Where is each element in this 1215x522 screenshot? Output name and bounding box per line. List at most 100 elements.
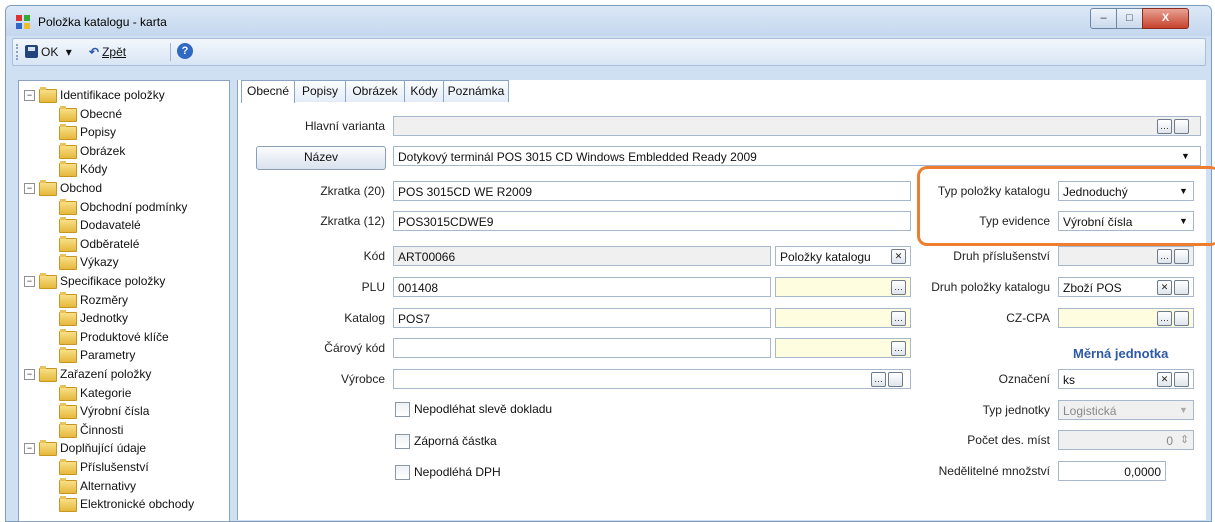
collapse-icon[interactable]: − xyxy=(24,183,35,194)
collapse-icon[interactable]: − xyxy=(24,90,35,101)
tree-item-label: Zařazení položky xyxy=(60,367,152,381)
folder-icon xyxy=(59,421,77,438)
tree-item[interactable]: Výrobní čísla xyxy=(19,403,224,420)
tree-group[interactable]: − Identifikace položky xyxy=(19,87,224,103)
druh-polozky-label: Druh položky katalogu xyxy=(931,280,1050,294)
window-title: Položka katalogu - karta xyxy=(38,15,167,29)
tree-item[interactable]: Alternativy xyxy=(19,477,224,494)
tree-item[interactable]: Rozměry xyxy=(19,291,224,308)
tree-item-label: Činnosti xyxy=(80,422,124,437)
tree-item[interactable]: Popisy xyxy=(19,124,224,141)
nedelitelne-field[interactable]: 0,0000 xyxy=(1058,461,1166,481)
lookup-icon[interactable]: … xyxy=(871,372,886,387)
spin-icon[interactable]: ⇕ xyxy=(1180,433,1189,446)
lookup-icon[interactable]: … xyxy=(1157,249,1172,264)
kod-field[interactable]: ART00066 xyxy=(393,246,771,266)
tab-kody[interactable]: Kódy xyxy=(404,80,444,102)
tree-item-label: Elektronické obchody xyxy=(80,497,195,512)
detail-icon[interactable] xyxy=(1174,311,1189,326)
lookup-icon[interactable]: … xyxy=(891,341,906,356)
tree-item[interactable]: Parametry xyxy=(19,347,224,364)
tree-item-label: Odběratelé xyxy=(80,236,140,251)
zkratka12-field[interactable]: POS3015CDWE9 xyxy=(393,211,911,231)
tree-item[interactable]: Obecné xyxy=(19,105,224,122)
folder-icon xyxy=(59,496,77,513)
detail-icon[interactable] xyxy=(1174,372,1189,387)
hlavni-varianta-field[interactable] xyxy=(393,116,1201,136)
folder-icon xyxy=(59,198,77,215)
tab-obrazek[interactable]: Obrázek xyxy=(345,80,405,102)
clear-icon[interactable]: ✕ xyxy=(1157,280,1172,295)
tree-item[interactable]: Kategorie xyxy=(19,384,224,401)
lookup-icon[interactable]: … xyxy=(1157,311,1172,326)
tree-item[interactable]: Výkazy xyxy=(19,254,224,271)
tab-obecne[interactable]: Obecné xyxy=(241,80,295,103)
tab-poznamka[interactable]: Poznámka xyxy=(443,80,509,102)
zkratka20-field[interactable]: POS 3015CD WE R2009 xyxy=(393,181,911,201)
tree-group[interactable]: − Obchod xyxy=(19,180,224,196)
title-bar: Položka katalogu - karta – □ X xyxy=(6,6,1211,36)
detail-icon[interactable] xyxy=(888,372,903,387)
nazev-field[interactable]: Dotykový terminál POS 3015 CD Windows Em… xyxy=(393,146,1201,166)
folder-icon xyxy=(59,161,77,178)
ok-button[interactable]: OK ▾ xyxy=(25,43,72,61)
lookup-icon[interactable]: … xyxy=(891,311,906,326)
folder-icon xyxy=(59,124,77,141)
save-icon xyxy=(25,45,38,58)
clear-icon[interactable]: ✕ xyxy=(891,249,906,264)
tree-item[interactable]: Jednotky xyxy=(19,310,224,327)
close-button[interactable]: X xyxy=(1142,8,1189,29)
detail-icon[interactable] xyxy=(1174,119,1189,134)
tree-group[interactable]: − Zařazení položky xyxy=(19,366,224,382)
back-button[interactable]: ↶ Zpět xyxy=(89,43,126,61)
collapse-icon[interactable]: − xyxy=(24,276,35,287)
nepodlehat-sleve-checkbox[interactable] xyxy=(395,402,410,417)
lookup-icon[interactable]: … xyxy=(1157,119,1172,134)
tree-item-label: Výrobní čísla xyxy=(80,404,150,419)
tree-item-label: Alternativy xyxy=(80,478,137,493)
vyrobce-field[interactable] xyxy=(393,369,911,389)
minimize-button[interactable]: – xyxy=(1090,8,1117,29)
maximize-button[interactable]: □ xyxy=(1116,8,1143,29)
tree-item-label: Výkazy xyxy=(80,255,119,270)
zkratka20-label: Zkratka (20) xyxy=(320,184,385,198)
tree-item[interactable]: Činnosti xyxy=(19,421,224,438)
tree-group[interactable]: − Doplňující údaje xyxy=(19,440,224,457)
nazev-button[interactable]: Název xyxy=(256,146,386,170)
help-icon[interactable]: ? xyxy=(177,43,193,59)
chevron-down-icon[interactable]: ▼ xyxy=(1179,405,1188,415)
tree-item[interactable]: Dodavatelé xyxy=(19,217,224,234)
lookup-icon[interactable]: … xyxy=(891,280,906,295)
folder-icon xyxy=(59,235,77,252)
tree-group[interactable]: − Specifikace položky xyxy=(19,273,224,289)
collapse-icon[interactable]: − xyxy=(24,443,35,455)
tree-item[interactable]: Kódy xyxy=(19,161,224,178)
katalog-label: Katalog xyxy=(344,311,385,325)
tree-item[interactable]: Odběratelé xyxy=(19,235,224,252)
zaporna-castka-checkbox[interactable] xyxy=(395,434,410,449)
pocet-des-field[interactable]: 0 xyxy=(1058,430,1194,450)
tree-item[interactable]: Příslušenství xyxy=(19,459,224,475)
tree-item[interactable]: Obchodní podmínky xyxy=(19,198,224,215)
tree-item-label: Obrázek xyxy=(80,143,126,158)
toolbar-grip[interactable] xyxy=(16,44,20,60)
collapse-icon[interactable]: − xyxy=(24,369,35,380)
tree-item[interactable]: Elektronické obchody xyxy=(19,496,224,513)
folder-icon xyxy=(59,310,77,327)
katalog-field[interactable]: POS7 xyxy=(393,308,771,328)
pocet-des-label: Počet des. míst xyxy=(967,433,1050,447)
tree-item[interactable]: Obrázek xyxy=(19,142,224,159)
tree-item-label: Kategorie xyxy=(80,385,132,400)
detail-icon[interactable] xyxy=(1174,280,1189,295)
nepodleha-dph-checkbox[interactable] xyxy=(395,465,410,480)
typ-jednotky-select[interactable]: Logistická xyxy=(1058,400,1194,420)
tree-item[interactable]: Produktové klíče xyxy=(19,328,224,345)
carovy-kod-field[interactable] xyxy=(393,338,771,358)
plu-field[interactable]: 001408 xyxy=(393,277,771,297)
chevron-down-icon[interactable]: ▾ xyxy=(66,45,72,59)
tab-popisy[interactable]: Popisy xyxy=(294,80,346,102)
chevron-down-icon[interactable]: ▼ xyxy=(1181,151,1190,161)
clear-icon[interactable]: ✕ xyxy=(1157,372,1172,387)
detail-icon[interactable] xyxy=(1174,249,1189,264)
folder-icon xyxy=(59,328,77,345)
